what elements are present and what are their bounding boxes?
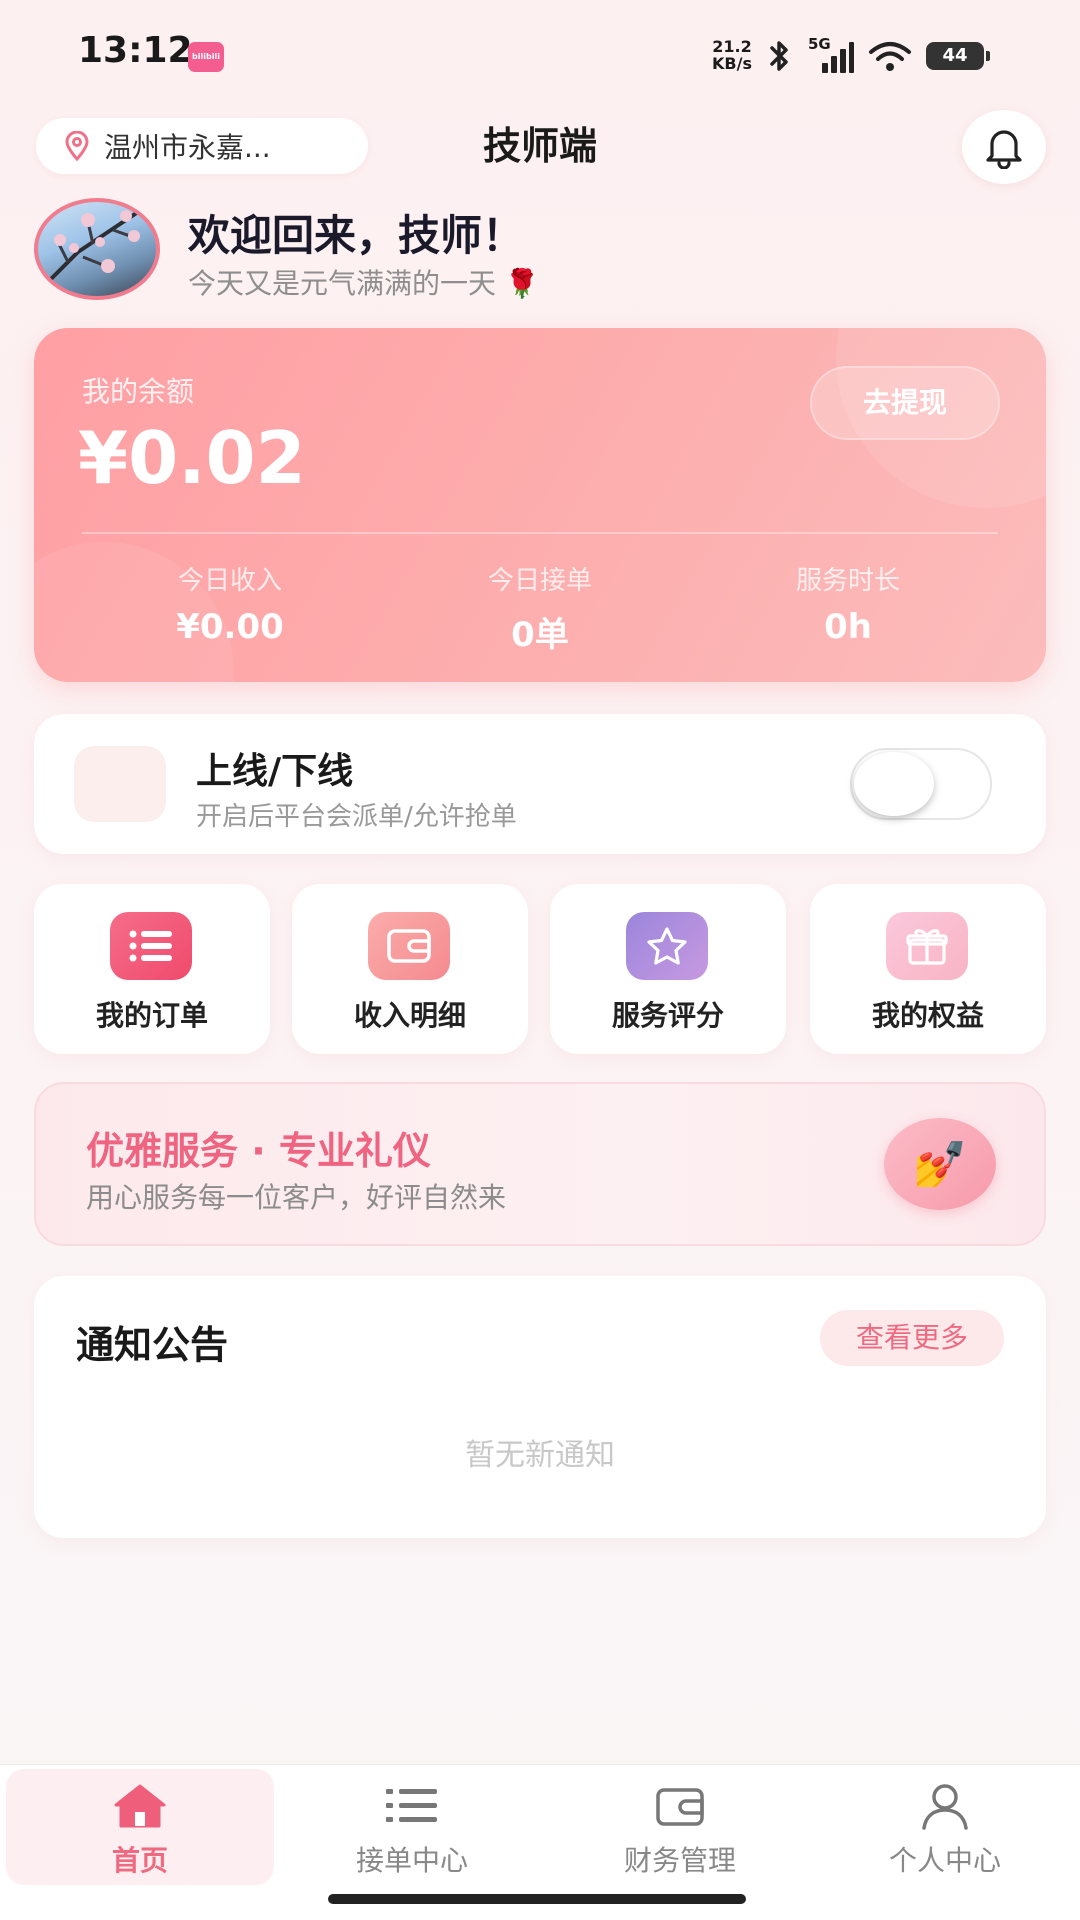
notice-title: 通知公告 bbox=[76, 1323, 229, 1367]
network-speed: 21.2 KB/s bbox=[712, 38, 752, 72]
stat-today-orders: 今日接单 0单 bbox=[390, 560, 690, 656]
location-selector[interactable]: 温州市永嘉... bbox=[36, 118, 368, 174]
balance-label: 我的余额 bbox=[82, 375, 195, 408]
online-status-icon bbox=[74, 746, 166, 822]
quick-menu-service-rating[interactable]: 服务评分 bbox=[550, 884, 786, 1054]
promo-title: 优雅服务 · 专业礼仪 bbox=[86, 1129, 431, 1173]
welcome-subtitle: 今天又是元气满满的一天 🌹 bbox=[188, 267, 540, 300]
stat-value: ¥0.00 bbox=[176, 607, 284, 647]
quick-menu-label: 我的权益 bbox=[871, 999, 984, 1032]
quick-menu-my-benefits[interactable]: 我的权益 bbox=[810, 884, 1046, 1054]
quick-menu-label: 收入明细 bbox=[353, 999, 466, 1032]
notice-empty-text: 暂无新通知 bbox=[465, 1438, 615, 1473]
status-icons: 5G 44 bbox=[764, 35, 990, 74]
quick-menu-income-detail[interactable]: 收入明细 bbox=[292, 884, 528, 1054]
battery-indicator: 44 bbox=[926, 42, 990, 70]
toggle-knob bbox=[854, 752, 934, 816]
home-indicator[interactable] bbox=[328, 1894, 746, 1904]
withdraw-button[interactable]: 去提现 bbox=[810, 366, 1000, 440]
balance-card: 我的余额 ¥0.02 去提现 今日收入 ¥0.00 今日接单 0单 服务时长 0… bbox=[34, 328, 1046, 682]
cellular-signal-icon: 5G bbox=[808, 35, 854, 73]
tab-label: 个人中心 bbox=[888, 1844, 1001, 1877]
balance-divider bbox=[82, 532, 998, 534]
balance-amount: ¥0.02 bbox=[78, 416, 306, 500]
promo-banner[interactable]: 优雅服务 · 专业礼仪 用心服务每一位客户，好评自然来 💅 bbox=[34, 1082, 1046, 1246]
gift-icon bbox=[886, 912, 968, 980]
wallet-icon bbox=[651, 1781, 709, 1831]
online-status-subtitle: 开启后平台会派单/允许抢单 bbox=[196, 802, 517, 832]
network-speed-unit: KB/s bbox=[712, 54, 752, 73]
avatar-image bbox=[46, 210, 140, 284]
home-icon bbox=[111, 1781, 169, 1831]
nail-polish-icon: 💅 bbox=[884, 1118, 996, 1210]
tab-finance[interactable]: 财务管理 bbox=[545, 1765, 815, 1885]
tab-label: 财务管理 bbox=[623, 1844, 736, 1877]
bell-icon bbox=[986, 130, 1022, 169]
notification-button[interactable] bbox=[962, 110, 1046, 184]
promo-subtitle: 用心服务每一位客户，好评自然来 bbox=[86, 1181, 507, 1214]
stat-label: 今日接单 bbox=[487, 566, 592, 596]
view-more-button[interactable]: 查看更多 bbox=[820, 1310, 1004, 1366]
bluetooth-icon bbox=[770, 41, 788, 71]
wallet-icon bbox=[368, 912, 450, 980]
quick-menu-label: 我的订单 bbox=[95, 999, 208, 1032]
notice-card: 通知公告 查看更多 暂无新通知 bbox=[34, 1276, 1046, 1538]
stat-value: 0单 bbox=[511, 615, 569, 655]
location-pin-icon bbox=[65, 131, 89, 161]
status-time: 13:12 bbox=[78, 30, 193, 71]
list-icon bbox=[383, 1781, 441, 1831]
network-speed-value: 21.2 bbox=[712, 37, 752, 56]
avatar[interactable] bbox=[34, 198, 160, 300]
tab-label: 首页 bbox=[111, 1844, 168, 1877]
online-status-title: 上线/下线 bbox=[196, 751, 354, 792]
network-type-label: 5G bbox=[808, 35, 831, 53]
location-text: 温州市永嘉... bbox=[104, 131, 271, 164]
stat-service-hours: 服务时长 0h bbox=[698, 560, 998, 647]
list-icon bbox=[110, 912, 192, 980]
tab-label: 接单中心 bbox=[355, 1844, 468, 1877]
stat-today-income: 今日收入 ¥0.00 bbox=[80, 560, 380, 647]
stat-label: 服务时长 bbox=[795, 566, 900, 596]
wifi-icon bbox=[869, 42, 911, 71]
tab-profile[interactable]: 个人中心 bbox=[810, 1765, 1080, 1885]
quick-menu-label: 服务评分 bbox=[611, 999, 724, 1032]
online-toggle[interactable] bbox=[850, 748, 992, 820]
tab-home[interactable]: 首页 bbox=[5, 1765, 275, 1885]
quick-menu-my-orders[interactable]: 我的订单 bbox=[34, 884, 270, 1054]
stat-label: 今日收入 bbox=[177, 566, 282, 596]
tab-order-center[interactable]: 接单中心 bbox=[277, 1765, 547, 1885]
stat-value: 0h bbox=[824, 607, 872, 647]
page-title: 技师端 bbox=[482, 124, 597, 168]
star-icon bbox=[626, 912, 708, 980]
user-icon bbox=[916, 1781, 974, 1831]
welcome-title: 欢迎回来，技师！ bbox=[188, 211, 525, 260]
online-status-card: 上线/下线 开启后平台会派单/允许抢单 bbox=[34, 714, 1046, 854]
bilibili-app-icon: bilibili bbox=[188, 42, 224, 72]
